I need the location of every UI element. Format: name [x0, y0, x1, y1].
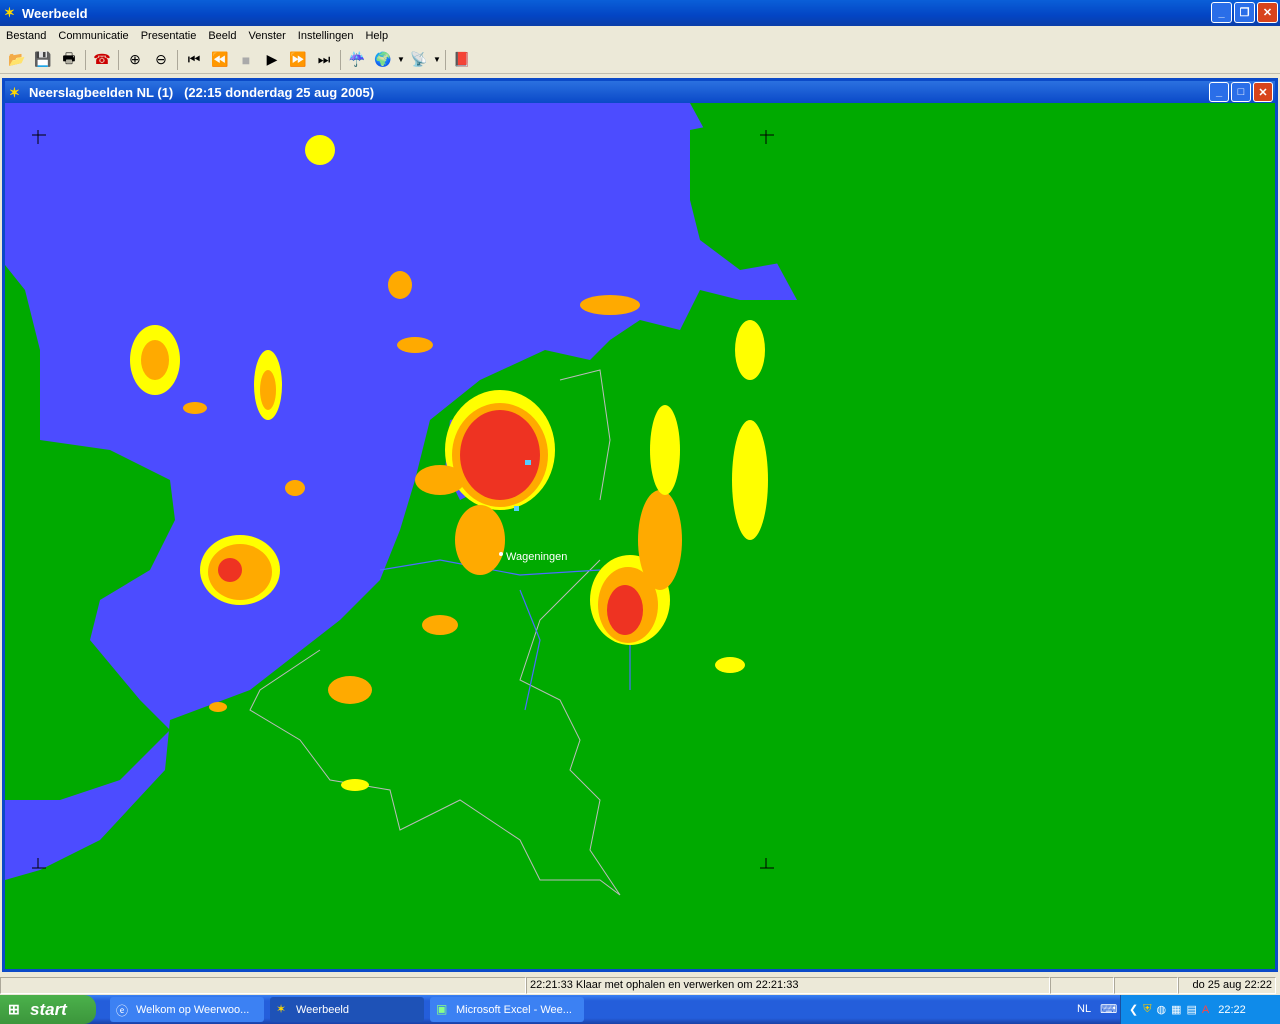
city-label: Wageningen	[506, 551, 567, 563]
ati-icon[interactable]: A	[1202, 1004, 1209, 1016]
show-hidden-icons-button[interactable]: ❮	[1129, 1003, 1138, 1016]
excel-icon: ▣	[436, 1002, 448, 1016]
window-icon: ✶	[9, 85, 20, 100]
weather-icon[interactable]: ☔	[344, 48, 370, 72]
open-icon[interactable]: 📂	[4, 48, 30, 72]
play-icon[interactable]: ▶	[259, 48, 285, 72]
child-minimize-button[interactable]: _	[1209, 82, 1229, 102]
previous-frame-icon[interactable]: ⏪	[207, 48, 233, 72]
windows-flag-icon: ⊞	[8, 1001, 20, 1017]
task-internet-explorer[interactable]: ⓔ Welkom op Weerwoo...	[110, 997, 264, 1022]
stop-icon[interactable]: ■	[233, 48, 259, 72]
first-frame-icon[interactable]: ⏮	[181, 48, 207, 72]
globe-dropdown-icon[interactable]: ▼	[396, 48, 406, 72]
task-excel[interactable]: ▣ Microsoft Excel - Wee...	[430, 997, 584, 1022]
child-close-button[interactable]: ✕	[1253, 82, 1273, 102]
menu-venster[interactable]: Venster	[242, 30, 291, 42]
status-datetime: do 25 aug 22:22	[1178, 977, 1276, 994]
display-icon[interactable]: ▤	[1186, 1003, 1196, 1016]
globe-icon[interactable]: 🌍	[370, 48, 396, 72]
satellite-dropdown-icon[interactable]: ▼	[432, 48, 442, 72]
menu-help[interactable]: Help	[359, 30, 394, 42]
weerbeeld-icon: ✶	[276, 1002, 287, 1016]
close-button[interactable]: ✕	[1257, 2, 1278, 23]
task-weerbeeld[interactable]: ✶ Weerbeeld	[270, 997, 424, 1022]
keyboard-icon[interactable]: ⌨	[1100, 1002, 1117, 1016]
system-tray: ❮ ⛨ ◍ ▦ ▤ A 22:22	[1120, 995, 1280, 1024]
status-message: 22:21:33 Klaar met ophalen en verwerken …	[526, 977, 1050, 994]
radar-window: ✶ Neerslagbeelden NL (1) (22:15 donderda…	[2, 78, 1278, 972]
next-frame-icon[interactable]: ⏩	[285, 48, 311, 72]
start-label: start	[30, 999, 67, 1019]
wageningen-marker	[499, 552, 503, 556]
taskbar: ⊞ start ⓔ Welkom op Weerwoo... ✶ Weerbeeld …	[0, 995, 1280, 1024]
toolbar: 📂 💾 🖶 ☎ ⊕ ⊖ ⏮ ⏪ ■ ▶ ⏩ ⏭ ☔ 🌍 ▼ 📡 ▼ 📕	[0, 46, 1280, 74]
menu-bestand[interactable]: Bestand	[0, 30, 52, 42]
menu-instellingen[interactable]: Instellingen	[292, 30, 360, 42]
phone-icon[interactable]: ☎	[89, 48, 115, 72]
app-title-bar: ✶ Weerbeeld _ ❐ ✕	[0, 0, 1280, 26]
zoom-app-icon[interactable]: ▦	[1171, 1003, 1181, 1016]
app-icon: ✶	[4, 5, 15, 20]
radar-window-title-bar: ✶ Neerslagbeelden NL (1) (22:15 donderda…	[5, 81, 1275, 103]
clock[interactable]: 22:22	[1218, 1004, 1246, 1016]
menu-beeld[interactable]: Beeld	[202, 30, 242, 42]
radar-window-title: Neerslagbeelden NL (1) (22:15 donderdag …	[29, 84, 375, 100]
network-globe-icon[interactable]: ◍	[1156, 1003, 1166, 1016]
restore-button[interactable]: ❐	[1234, 2, 1255, 23]
radar-map-svg: Wageningen	[5, 103, 797, 969]
radar-map[interactable]: Wageningen	[5, 103, 1275, 969]
zoom-out-icon[interactable]: ⊖	[148, 48, 174, 72]
menu-communicatie[interactable]: Communicatie	[52, 30, 134, 42]
app-title: Weerbeeld	[22, 5, 88, 21]
last-frame-icon[interactable]: ⏭	[311, 48, 337, 72]
child-maximize-button[interactable]: □	[1231, 82, 1251, 102]
ie-icon: ⓔ	[116, 1004, 129, 1018]
save-icon[interactable]: 💾	[30, 48, 56, 72]
print-icon[interactable]: 🖶	[56, 48, 82, 72]
zoom-in-icon[interactable]: ⊕	[122, 48, 148, 72]
minimize-button[interactable]: _	[1211, 2, 1232, 23]
security-shield-icon[interactable]: ⛨	[1143, 1003, 1151, 1016]
status-bar: 22:21:33 Klaar met ophalen en verwerken …	[0, 976, 1280, 995]
satellite-icon[interactable]: 📡	[406, 48, 432, 72]
book-icon[interactable]: 📕	[449, 48, 475, 72]
language-indicator[interactable]: NL	[1077, 1003, 1091, 1015]
start-button[interactable]: ⊞ start	[0, 995, 96, 1024]
menu-presentatie[interactable]: Presentatie	[135, 30, 203, 42]
menu-bar: Bestand Communicatie Presentatie Beeld V…	[0, 26, 1280, 45]
